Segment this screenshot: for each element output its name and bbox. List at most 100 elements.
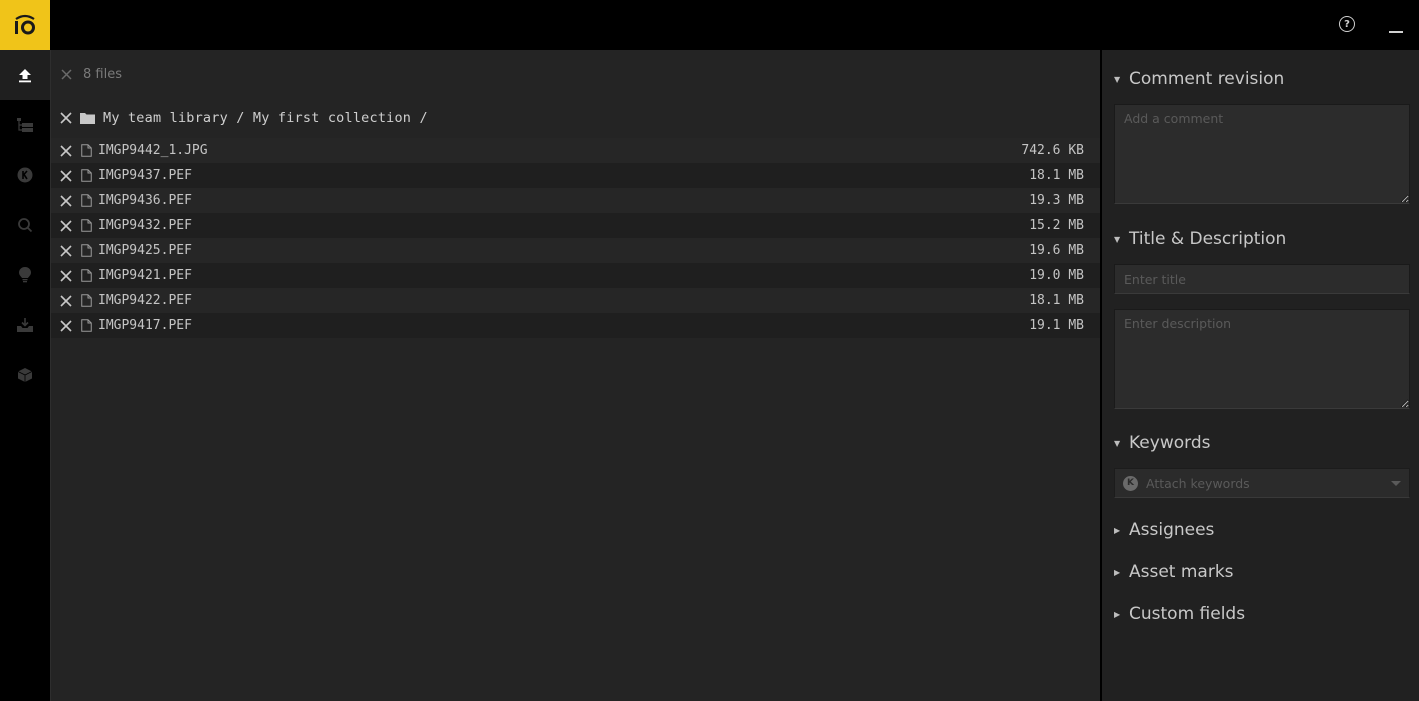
close-icon xyxy=(60,219,72,232)
file-name: IMGP9421.PEF xyxy=(98,268,192,283)
file-icon xyxy=(81,269,92,282)
keyword-k-icon xyxy=(17,167,33,183)
section-title: Keywords xyxy=(1129,433,1211,453)
file-name: IMGP9436.PEF xyxy=(98,193,192,208)
file-row: IMGP9421.PEF 19.0 MB xyxy=(51,263,1100,288)
file-list: IMGP9442_1.JPG 742.6 KB IMGP9437.PEF 18.… xyxy=(51,138,1100,338)
box-icon xyxy=(17,368,33,382)
files-header: 8 files xyxy=(51,50,1100,98)
comment-input[interactable] xyxy=(1114,104,1410,204)
section-title: Assignees xyxy=(1129,520,1215,540)
left-sidebar xyxy=(0,50,50,701)
file-name: IMGP9425.PEF xyxy=(98,243,192,258)
file-size: 18.1 MB xyxy=(1029,168,1084,183)
files-count: 8 files xyxy=(83,66,122,82)
section-comment-revision[interactable]: ▼ Comment revision xyxy=(1114,69,1410,89)
top-bar: ? xyxy=(0,0,1419,50)
sidebar-item-inbox[interactable] xyxy=(0,300,50,350)
close-icon xyxy=(60,144,72,157)
minimize-icon[interactable] xyxy=(1389,31,1403,33)
remove-file-button[interactable] xyxy=(59,269,73,283)
remove-file-button[interactable] xyxy=(59,144,73,158)
section-title: Comment revision xyxy=(1129,69,1285,89)
app-logo[interactable] xyxy=(0,0,50,50)
caret-down-icon: ▼ xyxy=(1114,234,1121,244)
file-icon xyxy=(81,169,92,182)
file-icon xyxy=(81,194,92,207)
close-icon xyxy=(60,112,72,124)
file-icon xyxy=(81,319,92,332)
section-assignees[interactable]: ▶ Assignees xyxy=(1114,520,1410,540)
metadata-panel: ▼ Comment revision ▼ Title & Description… xyxy=(1102,50,1419,701)
file-size: 19.6 MB xyxy=(1029,243,1084,258)
file-size: 19.3 MB xyxy=(1029,193,1084,208)
remove-file-button[interactable] xyxy=(59,294,73,308)
help-icon[interactable]: ? xyxy=(1339,16,1355,32)
section-title: Title & Description xyxy=(1129,229,1287,249)
file-name: IMGP9437.PEF xyxy=(98,168,192,183)
file-row: IMGP9422.PEF 18.1 MB xyxy=(51,288,1100,313)
file-row: IMGP9437.PEF 18.1 MB xyxy=(51,163,1100,188)
remove-file-button[interactable] xyxy=(59,319,73,333)
sidebar-item-search[interactable] xyxy=(0,200,50,250)
folder-tree-icon xyxy=(17,118,33,132)
file-size: 19.0 MB xyxy=(1029,268,1084,283)
remove-file-button[interactable] xyxy=(59,219,73,233)
section-title: Asset marks xyxy=(1129,562,1234,582)
file-row: IMGP9425.PEF 19.6 MB xyxy=(51,238,1100,263)
sidebar-item-hierarchy[interactable] xyxy=(0,100,50,150)
caret-right-icon: ▶ xyxy=(1114,567,1121,577)
remove-file-button[interactable] xyxy=(59,169,73,183)
file-row: IMGP9432.PEF 15.2 MB xyxy=(51,213,1100,238)
close-icon xyxy=(60,319,72,332)
file-name: IMGP9442_1.JPG xyxy=(98,143,208,158)
remove-file-button[interactable] xyxy=(59,244,73,258)
caret-right-icon: ▶ xyxy=(1114,609,1121,619)
sidebar-item-packages[interactable] xyxy=(0,350,50,400)
file-name: IMGP9417.PEF xyxy=(98,318,192,333)
file-row: IMGP9442_1.JPG 742.6 KB xyxy=(51,138,1100,163)
file-icon xyxy=(81,144,92,157)
sidebar-item-upload[interactable] xyxy=(0,50,50,100)
description-input[interactable] xyxy=(1114,309,1410,409)
close-icon xyxy=(60,244,72,257)
upload-panel: 8 files My team library / My first colle… xyxy=(50,50,1100,701)
file-row: IMGP9436.PEF 19.3 MB xyxy=(51,188,1100,213)
keyword-k-icon: K xyxy=(1123,475,1138,491)
upload-icon xyxy=(19,69,31,83)
section-keywords[interactable]: ▼ Keywords xyxy=(1114,433,1410,453)
file-size: 742.6 KB xyxy=(1021,143,1084,158)
title-input[interactable] xyxy=(1114,264,1410,294)
file-name: IMGP9422.PEF xyxy=(98,293,192,308)
close-icon xyxy=(60,169,72,182)
keywords-select[interactable]: K Attach keywords xyxy=(1114,468,1410,498)
caret-right-icon: ▶ xyxy=(1114,525,1121,535)
file-icon xyxy=(81,244,92,257)
folder-icon xyxy=(80,113,95,124)
inbox-download-icon xyxy=(17,318,33,332)
close-icon xyxy=(60,294,72,307)
sidebar-item-ideas[interactable] xyxy=(0,250,50,300)
section-title-description[interactable]: ▼ Title & Description xyxy=(1114,229,1410,249)
logo-icon xyxy=(15,14,35,35)
keywords-placeholder: Attach keywords xyxy=(1146,475,1250,491)
close-icon xyxy=(60,269,72,282)
section-asset-marks[interactable]: ▶ Asset marks xyxy=(1114,562,1410,582)
section-custom-fields[interactable]: ▶ Custom fields xyxy=(1114,604,1410,624)
file-icon xyxy=(81,294,92,307)
window-actions: ? xyxy=(1339,0,1419,50)
close-icon xyxy=(60,68,72,80)
folder-path: My team library / My first collection / xyxy=(103,110,428,126)
section-title: Custom fields xyxy=(1129,604,1246,624)
chevron-down-icon xyxy=(1391,480,1401,486)
remove-file-button[interactable] xyxy=(59,194,73,208)
remove-folder-button[interactable] xyxy=(59,111,73,125)
close-icon xyxy=(60,194,72,207)
folder-row: My team library / My first collection / xyxy=(51,98,1100,138)
clear-all-button[interactable] xyxy=(59,67,73,81)
file-size: 15.2 MB xyxy=(1029,218,1084,233)
file-size: 18.1 MB xyxy=(1029,293,1084,308)
caret-down-icon: ▼ xyxy=(1114,74,1121,84)
file-name: IMGP9432.PEF xyxy=(98,218,192,233)
sidebar-item-keywords[interactable] xyxy=(0,150,50,200)
